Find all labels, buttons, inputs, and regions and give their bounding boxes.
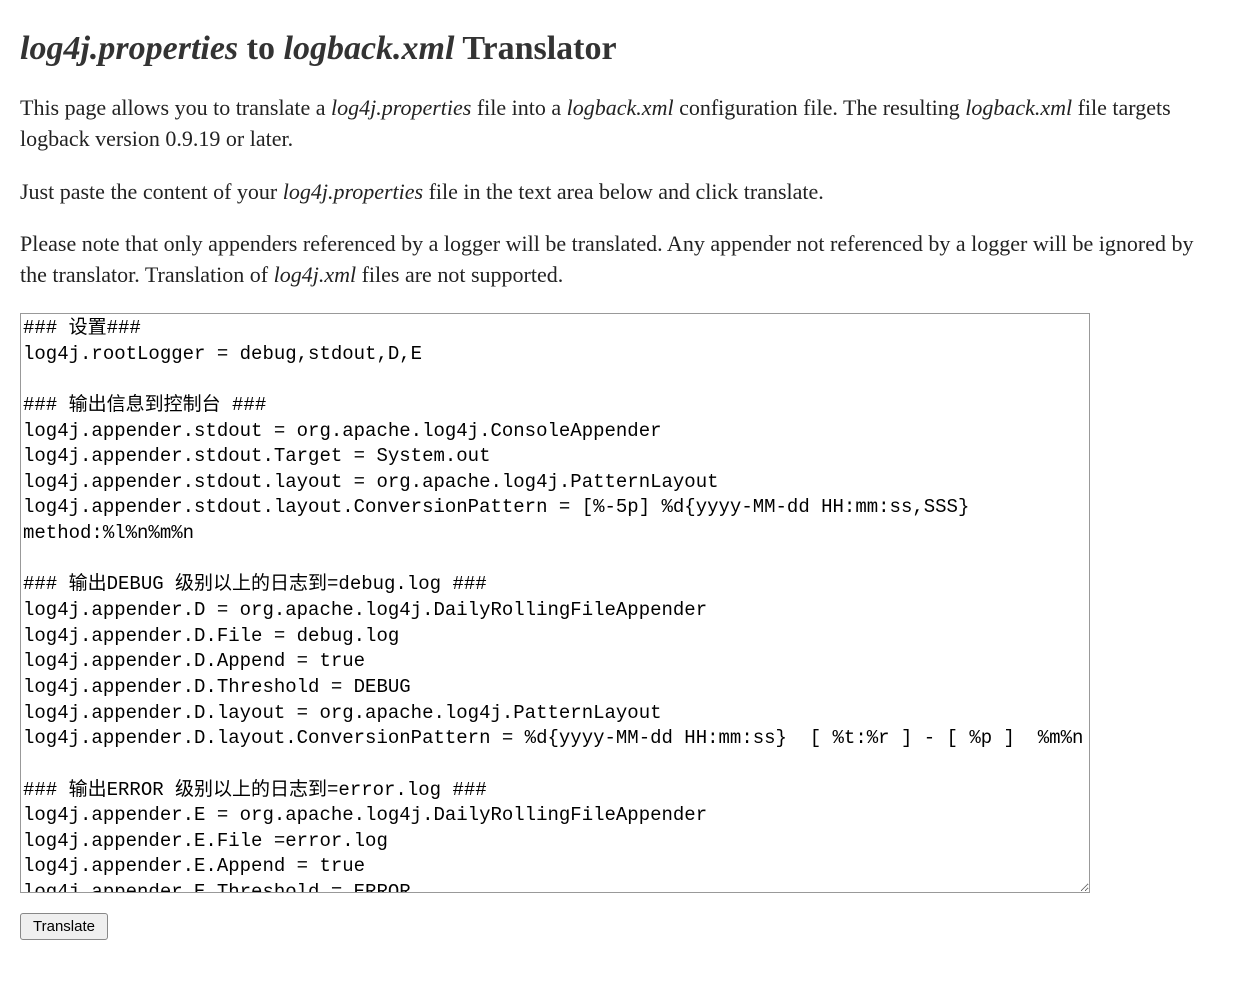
title-part-1: log4j.properties: [20, 30, 238, 67]
intro-italic: logback.xml: [965, 95, 1072, 120]
properties-input[interactable]: ### 设置### log4j.rootLogger = debug,stdou…: [20, 313, 1090, 893]
intro-text: Just paste the content of your: [20, 179, 283, 204]
intro-paragraph-1: This page allows you to translate a log4…: [20, 93, 1220, 155]
intro-text: file in the text area below and click tr…: [423, 179, 824, 204]
intro-italic: logback.xml: [567, 95, 674, 120]
intro-paragraph-2: Just paste the content of your log4j.pro…: [20, 177, 1220, 208]
button-row: Translate: [20, 913, 1220, 940]
intro-text: Please note that only appenders referenc…: [20, 231, 1194, 287]
translate-button[interactable]: Translate: [20, 913, 108, 940]
intro-italic: log4j.properties: [331, 95, 471, 120]
intro-italic: log4j.properties: [283, 179, 423, 204]
title-part-3: logback.xml: [284, 30, 455, 67]
intro-text: configuration file. The resulting: [674, 95, 966, 120]
intro-text: file into a: [471, 95, 566, 120]
title-part-4: Translator: [454, 30, 616, 67]
intro-paragraph-3: Please note that only appenders referenc…: [20, 229, 1220, 291]
intro-text: files are not supported.: [356, 262, 563, 287]
page-title: log4j.properties to logback.xml Translat…: [20, 30, 1220, 68]
title-part-2: to: [238, 30, 283, 67]
intro-italic: log4j.xml: [274, 262, 357, 287]
intro-text: This page allows you to translate a: [20, 95, 331, 120]
